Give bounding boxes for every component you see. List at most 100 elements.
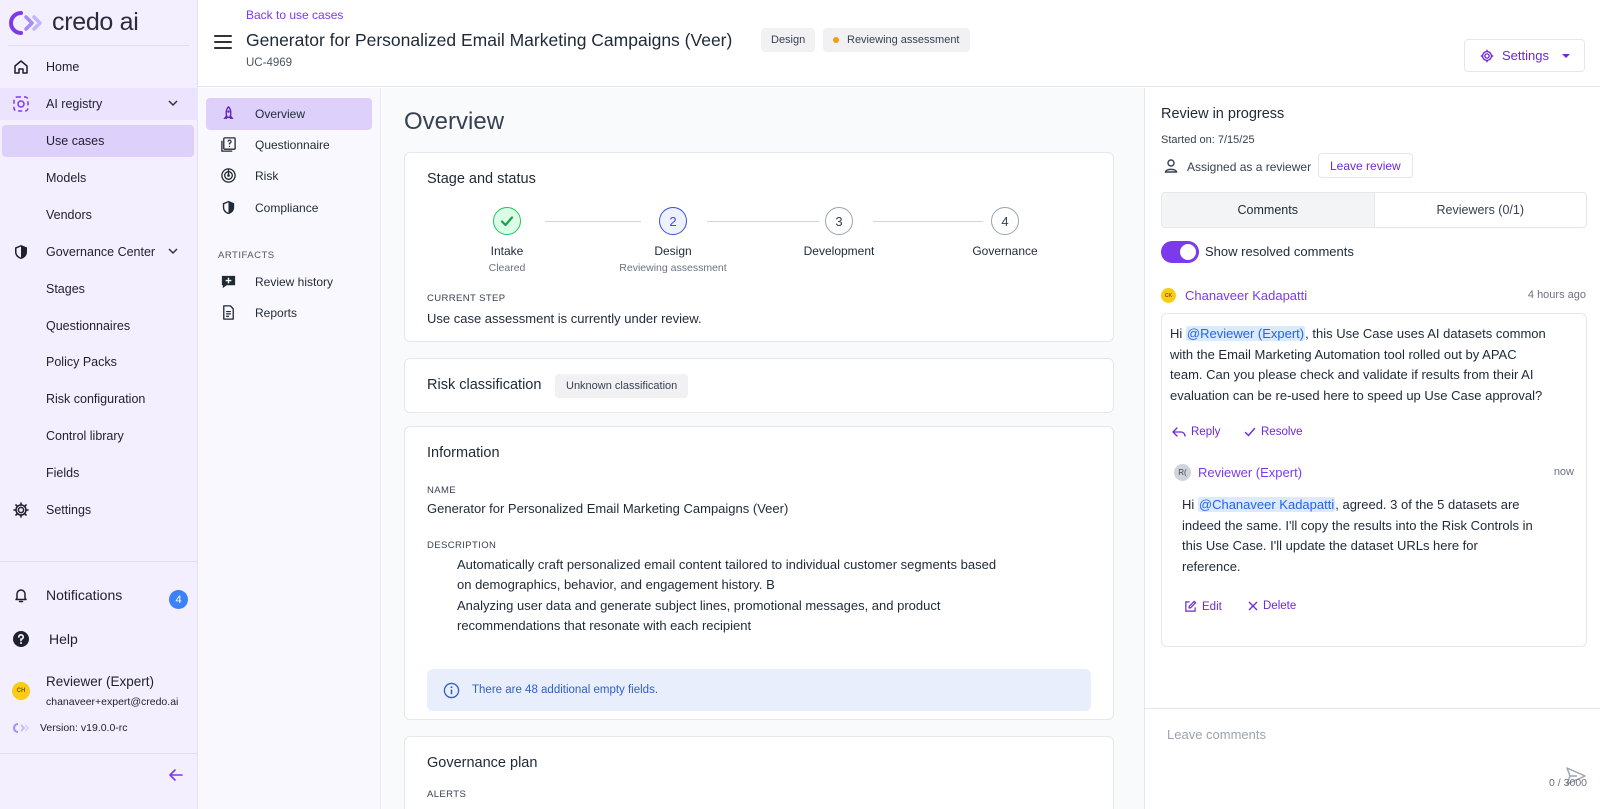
step-status: Reviewing assessment	[619, 262, 727, 274]
sidebar-item-fields[interactable]: Fields	[0, 457, 198, 489]
tab-comments[interactable]: Comments	[1162, 193, 1375, 227]
delete-button[interactable]: Delete	[1248, 600, 1296, 612]
shield-icon	[222, 200, 235, 215]
caret-down-icon	[1561, 53, 1570, 58]
subnav-label: Compliance	[255, 201, 319, 215]
sidebar-item-label: Governance Center	[46, 245, 156, 259]
subnav-review-history[interactable]: Review history	[206, 266, 372, 298]
subnav-compliance[interactable]: Compliance	[206, 192, 372, 224]
main-title: Overview	[404, 108, 505, 135]
divider	[0, 561, 197, 562]
rocket-icon	[223, 105, 234, 119]
close-icon	[1248, 601, 1258, 611]
status-dot-icon	[833, 37, 839, 43]
subnav-overview[interactable]: Overview	[206, 98, 372, 130]
step-name: Development	[803, 244, 875, 258]
info-icon	[443, 682, 460, 698]
chevron-down-icon	[168, 100, 178, 107]
edit-button[interactable]: Edit	[1184, 600, 1222, 613]
reply-author[interactable]: Reviewer (Expert)	[1198, 465, 1302, 480]
stage-status-card: Stage and status Intake Cleared 2 Design…	[404, 152, 1114, 342]
gear-icon	[13, 502, 29, 518]
reply-button[interactable]: Reply	[1172, 426, 1220, 438]
description-line: Analyzing user data and generate subject…	[457, 598, 941, 613]
avatar: R(	[1174, 464, 1191, 481]
sidebar-item-home[interactable]: Home	[0, 51, 198, 83]
step-number: 3	[825, 207, 853, 235]
help-icon	[13, 631, 29, 647]
sidebar-item-policy-packs[interactable]: Policy Packs	[0, 346, 198, 378]
sidebar-item-label: Risk configuration	[46, 392, 146, 406]
comment-input[interactable]: Leave comments	[1167, 727, 1266, 742]
sidebar-item-help[interactable]: Help	[0, 622, 198, 656]
sidebar-item-ai-registry[interactable]: AI registry	[0, 88, 198, 120]
status-badge: Reviewing assessment	[823, 28, 970, 52]
version-text: Version: v19.0.0-rc	[40, 722, 128, 734]
use-case-subnav: Overview Questionnaire Risk Compliance A…	[198, 88, 381, 809]
step-number: 4	[991, 207, 1019, 235]
comment-thread: Hi @Reviewer (Expert), this Use Case use…	[1161, 313, 1587, 647]
review-tabs: Comments Reviewers (0/1)	[1161, 192, 1587, 228]
step-number: 2	[659, 207, 687, 235]
gear-icon	[1480, 49, 1494, 62]
step-intake: Intake Cleared	[447, 207, 567, 274]
sidebar-item-stages[interactable]: Stages	[0, 273, 198, 305]
subnav-questionnaire[interactable]: Questionnaire	[206, 129, 372, 161]
risk-target-icon	[221, 168, 236, 183]
chevron-down-icon	[168, 248, 178, 255]
person-icon	[1164, 159, 1178, 173]
sidebar-item-governance-center[interactable]: Governance Center	[0, 236, 198, 268]
sidebar-item-questionnaires[interactable]: Questionnaires	[0, 310, 198, 342]
subnav-label: Overview	[255, 107, 306, 121]
description-line: recommendations that resonate with each …	[457, 618, 752, 633]
notification-count-badge: 4	[169, 590, 188, 609]
sidebar-item-risk-configuration[interactable]: Risk configuration	[0, 383, 198, 415]
back-to-use-cases-link[interactable]: Back to use cases	[246, 8, 343, 22]
avatar: CH	[12, 682, 30, 700]
sidebar-item-notifications[interactable]: Notifications	[0, 578, 198, 612]
step-name: Design	[654, 244, 692, 258]
subnav-label: Risk	[255, 169, 279, 183]
settings-button-label: Settings	[1502, 48, 1549, 63]
subnav-reports[interactable]: Reports	[206, 297, 372, 329]
credo-mini-icon	[13, 723, 30, 733]
sidebar-item-vendors[interactable]: Vendors	[0, 199, 198, 231]
current-step-label: CURRENT STEP	[427, 293, 506, 304]
subnav-label: Review history	[255, 275, 334, 289]
card-title: Risk classification	[427, 377, 542, 393]
sidebar-item-settings[interactable]: Settings	[0, 494, 198, 526]
comment-composer: Leave comments 0 / 3000	[1145, 708, 1600, 809]
empty-fields-text: There are 48 additional empty fields.	[472, 684, 659, 696]
sidebar-item-label: Stages	[46, 282, 85, 296]
page-title: Generator for Personalized Email Marketi…	[246, 30, 733, 50]
settings-button[interactable]: Settings	[1464, 39, 1585, 72]
user-name: Reviewer (Expert)	[46, 674, 155, 689]
credo-logo[interactable]: credo ai	[8, 8, 139, 37]
edit-icon	[1185, 600, 1197, 612]
step-name: Intake	[490, 244, 524, 258]
user-profile[interactable]: CH Reviewer (Expert) chanaveer+expert@cr…	[0, 672, 198, 712]
resolve-button[interactable]: Resolve	[1244, 426, 1303, 438]
sidebar-item-models[interactable]: Models	[0, 162, 198, 194]
collapse-sidebar-arrow-icon[interactable]	[168, 767, 184, 783]
comment-author[interactable]: Chanaveer Kadapatti	[1185, 288, 1307, 303]
tab-reviewers[interactable]: Reviewers (0/1)	[1375, 193, 1587, 227]
menu-icon[interactable]	[214, 35, 232, 49]
leave-review-button[interactable]: Leave review	[1318, 153, 1413, 178]
logo-text: credo ai	[52, 8, 139, 36]
reply-arrow-icon	[1172, 427, 1186, 437]
mention-tag[interactable]: @Chanaveer Kadapatti	[1197, 497, 1336, 512]
stage-tag: Design	[761, 28, 816, 52]
governance-plan-card: Governance plan ALERTS	[404, 736, 1114, 809]
sidebar-item-control-library[interactable]: Control library	[0, 420, 198, 452]
status-text: Reviewing assessment	[847, 34, 960, 46]
subnav-label: Reports	[255, 306, 298, 320]
empty-fields-banner[interactable]: There are 48 additional empty fields.	[427, 669, 1091, 711]
mention-tag[interactable]: @Reviewer (Expert)	[1185, 326, 1306, 341]
subnav-risk[interactable]: Risk	[206, 160, 372, 192]
name-label: NAME	[427, 485, 457, 496]
description-line: Automatically craft personalized email c…	[457, 557, 997, 572]
description-line: on demographics, behavior, and engagemen…	[457, 577, 775, 592]
sidebar-item-use-cases[interactable]: Use cases	[2, 125, 194, 157]
show-resolved-toggle[interactable]	[1161, 241, 1199, 263]
